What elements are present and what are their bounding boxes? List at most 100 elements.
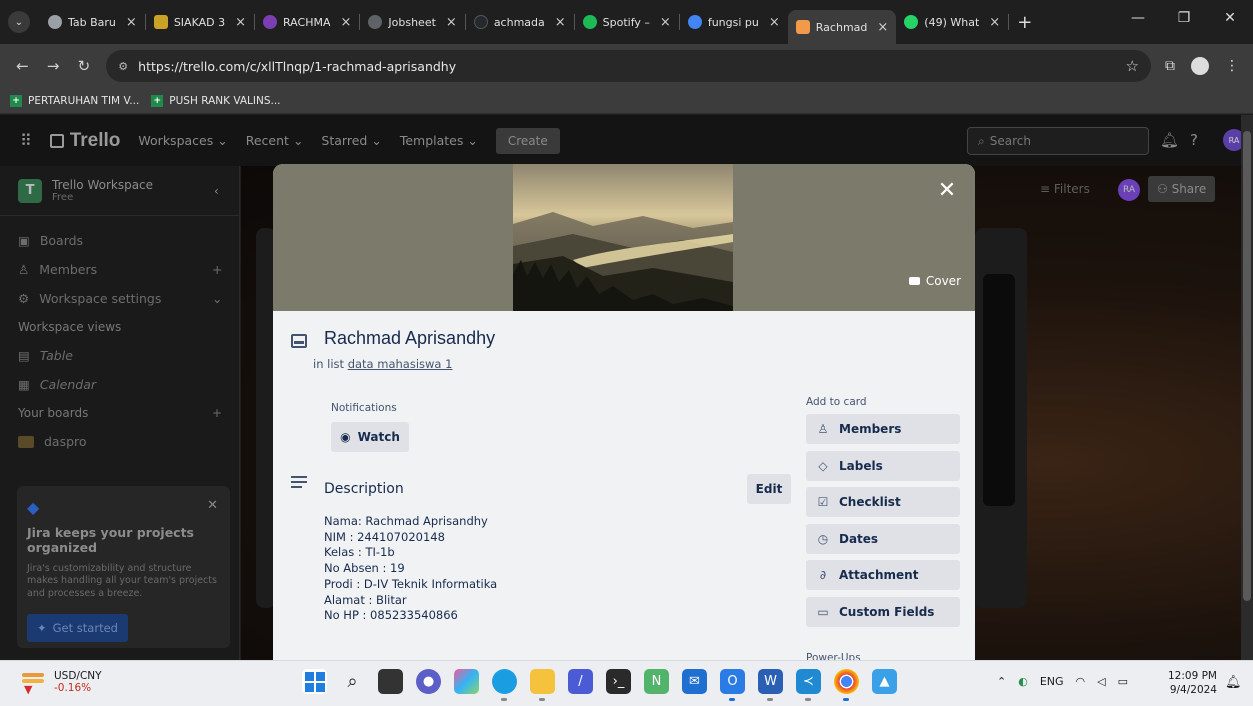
new-tab-icon[interactable]: + (1017, 12, 1032, 33)
browser-tab-active[interactable]: Rachmad × (787, 10, 897, 44)
minimize-icon[interactable]: — (1115, 0, 1161, 36)
sidebar-item-boards[interactable]: ▣ Boards (0, 226, 239, 255)
terminal-icon[interactable]: ›_ (606, 669, 631, 694)
close-tab-icon[interactable]: × (126, 15, 137, 30)
vs-icon[interactable]: / (568, 669, 593, 694)
close-tab-icon[interactable]: × (235, 15, 246, 30)
trello-logo[interactable]: Trello (49, 130, 120, 152)
close-tab-icon[interactable]: × (446, 15, 457, 30)
wifi-icon[interactable]: ◠ (1076, 675, 1086, 688)
card-title[interactable]: Rachmad Aprisandhy (324, 328, 495, 349)
bookmark-item[interactable]: + PUSH RANK VALINS... (151, 94, 281, 107)
description-body[interactable]: Nama: Rachmad Aprisandhy NIM : 244107020… (324, 514, 497, 624)
bookmark-star-icon[interactable]: ☆ (1126, 57, 1139, 75)
copilot-tray-icon[interactable]: ◐ (1018, 675, 1028, 688)
app-switcher-icon[interactable]: ⠿ (20, 131, 32, 150)
browser-tab[interactable]: fungsi pu × (680, 5, 788, 39)
notification-bell-icon[interactable]: 🔔︎ (1225, 675, 1242, 690)
forward-icon[interactable]: → (45, 57, 62, 75)
get-started-button[interactable]: ✦ Get started (27, 614, 128, 643)
add-member-icon[interactable]: + (212, 262, 222, 277)
close-icon[interactable]: ✕ (207, 498, 218, 513)
page-scrollbar[interactable] (1241, 115, 1253, 660)
custom-fields-button[interactable]: ▭ Custom Fields (806, 597, 960, 627)
address-bar[interactable]: ⚙ https://trello.com/c/xllTlnqp/1-rachma… (106, 50, 1151, 82)
taskbar-clock[interactable]: 12:09 PM 9/4/2024 (1168, 669, 1217, 697)
close-tab-icon[interactable]: × (989, 15, 1000, 30)
scrollbar-thumb[interactable] (1243, 131, 1251, 601)
board-member-avatar[interactable]: RA (1118, 179, 1140, 201)
attachment-button[interactable]: ∂ Attachment (806, 560, 960, 590)
close-tab-icon[interactable]: × (340, 15, 351, 30)
mail-icon[interactable]: ✉ (682, 669, 707, 694)
browser-tab[interactable]: Jobsheet × (360, 5, 464, 39)
list-link[interactable]: data mahasiswa 1 (348, 357, 453, 371)
edit-description-button[interactable]: Edit (747, 474, 791, 504)
language-indicator[interactable]: ENG (1040, 675, 1064, 688)
browser-tab[interactable]: Spotify – × (575, 5, 679, 39)
labels-button[interactable]: ◇ Labels (806, 451, 960, 481)
search-input[interactable]: ⌕ Search (967, 127, 1149, 155)
chrome-icon[interactable] (834, 669, 859, 701)
task-view-icon[interactable] (378, 669, 403, 694)
browser-tab[interactable]: Tab Baru × (40, 5, 145, 39)
vscode-icon[interactable]: ≺ (796, 669, 821, 701)
sidebar-item-table[interactable]: ▤ Table (0, 341, 239, 370)
close-window-icon[interactable]: ✕ (1207, 0, 1253, 36)
edge-icon[interactable] (492, 669, 517, 701)
notifications-icon[interactable]: 🔔︎ (1160, 131, 1179, 149)
outlook-icon[interactable]: O (720, 669, 745, 701)
close-tab-icon[interactable]: × (660, 15, 671, 30)
profile-avatar[interactable] (1191, 57, 1209, 75)
browser-tab[interactable]: RACHMA × (255, 5, 359, 39)
close-tab-icon[interactable]: × (555, 15, 566, 30)
help-icon[interactable]: ? (1190, 131, 1198, 149)
start-icon[interactable] (302, 669, 327, 694)
filters-button[interactable]: ≡ Filters (1040, 182, 1090, 196)
members-button[interactable]: ♙ Members (806, 414, 960, 444)
photos-icon[interactable]: ▲ (872, 669, 897, 694)
restore-icon[interactable]: ❐ (1161, 0, 1207, 36)
nav-templates[interactable]: Templates ⌄ (400, 133, 478, 148)
sidebar-board-daspro[interactable]: daspro (0, 427, 239, 456)
back-icon[interactable]: ← (14, 57, 31, 75)
bookmark-item[interactable]: + PERTARUHAN TIM V... (10, 94, 139, 107)
battery-icon[interactable]: ▭ (1118, 675, 1128, 688)
site-info-icon[interactable]: ⚙ (118, 60, 128, 73)
chevron-up-icon[interactable]: ⌃ (997, 675, 1006, 688)
collapse-sidebar-icon[interactable]: ‹ (214, 184, 219, 198)
sidebar-item-members[interactable]: ♙ Members + (0, 255, 239, 284)
reload-icon[interactable]: ↻ (76, 57, 93, 75)
browser-tab[interactable]: achmada × (466, 5, 574, 39)
dates-button[interactable]: ◷ Dates (806, 524, 960, 554)
chat-icon[interactable]: ● (416, 669, 441, 694)
market-widget[interactable]: ▼ USD/CNY -0.16% (20, 669, 102, 696)
close-modal-icon[interactable]: ✕ (933, 176, 961, 204)
close-tab-icon[interactable]: × (877, 20, 888, 35)
file-explorer-icon[interactable] (530, 669, 555, 701)
word-icon[interactable]: W (758, 669, 783, 701)
sidebar-item-calendar[interactable]: ▦ Calendar (0, 370, 239, 399)
tab-search-icon[interactable]: ⌄ (8, 11, 30, 33)
watch-button[interactable]: ◉ Watch (331, 422, 409, 452)
share-button[interactable]: ⚇ Share (1148, 176, 1216, 202)
cover-button[interactable]: Cover (908, 274, 961, 288)
extensions-icon[interactable]: ⧉ (1165, 58, 1175, 74)
close-tab-icon[interactable]: × (769, 15, 780, 30)
volume-icon[interactable]: ◁ (1097, 675, 1105, 688)
create-button[interactable]: Create (495, 127, 560, 154)
nav-starred[interactable]: Starred ⌄ (321, 133, 381, 148)
workspace-name[interactable]: Trello Workspace (52, 178, 153, 192)
excel-like-icon[interactable]: N (644, 669, 669, 694)
taskbar-search-icon[interactable]: ⌕ (340, 669, 365, 694)
copilot-icon[interactable] (454, 669, 479, 694)
nav-workspaces[interactable]: Workspaces ⌄ (138, 133, 227, 148)
browser-tab[interactable]: SIAKAD 3 × (146, 5, 254, 39)
nav-recent[interactable]: Recent ⌄ (246, 133, 304, 148)
checklist-button[interactable]: ☑ Checklist (806, 487, 960, 517)
add-board-icon[interactable]: + (212, 406, 222, 420)
browser-menu-icon[interactable]: ⋮ (1225, 58, 1239, 74)
browser-tab[interactable]: (49) What × (896, 5, 1008, 39)
sidebar-item-label: Members (39, 262, 98, 277)
sidebar-item-settings[interactable]: ⚙ Workspace settings ⌄ (0, 284, 239, 313)
